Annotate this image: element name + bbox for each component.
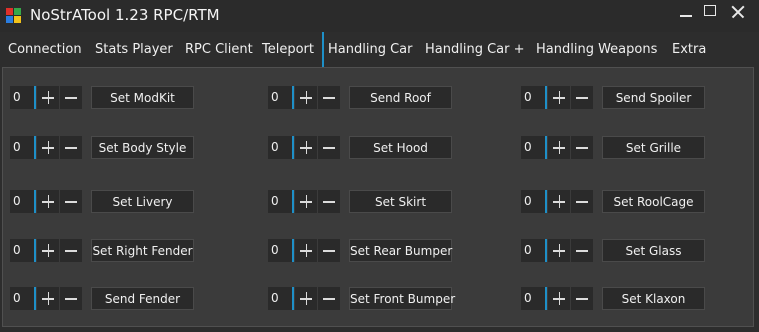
increment-button[interactable] [37, 239, 59, 262]
value-field[interactable]: 0 [268, 190, 294, 213]
value-field[interactable]: 0 [521, 86, 547, 109]
action-button[interactable]: Set Livery [91, 190, 194, 213]
increment-button[interactable] [37, 190, 59, 213]
decrement-button[interactable] [318, 239, 340, 262]
value-field[interactable]: 0 [268, 86, 294, 109]
tab-teleport[interactable]: Teleport [262, 32, 314, 67]
value-field[interactable]: 0 [10, 86, 36, 109]
decrement-button[interactable] [60, 136, 82, 159]
value-field[interactable]: 0 [521, 190, 547, 213]
decrement-button[interactable] [60, 86, 82, 109]
value-field[interactable]: 0 [10, 190, 36, 213]
decrement-button[interactable] [318, 287, 340, 310]
action-button[interactable]: Send Roof [349, 86, 452, 109]
value-field[interactable]: 0 [521, 239, 547, 262]
increment-button[interactable] [548, 239, 570, 262]
decrement-button[interactable] [60, 239, 82, 262]
decrement-button[interactable] [571, 136, 593, 159]
action-button[interactable]: Set Skirt [349, 190, 452, 213]
value-field[interactable]: 0 [10, 136, 36, 159]
tab-extra[interactable]: Extra [672, 32, 706, 67]
minimize-button[interactable] [674, 2, 698, 22]
action-button[interactable]: Set Hood [349, 136, 452, 159]
action-button[interactable]: Send Fender [91, 287, 194, 310]
value-field[interactable]: 0 [10, 239, 36, 262]
decrement-button[interactable] [60, 190, 82, 213]
action-button[interactable]: Set Grille [602, 136, 705, 159]
tab-rpc-client[interactable]: RPC Client [185, 32, 253, 67]
value-field[interactable]: 0 [10, 287, 36, 310]
decrement-button[interactable] [571, 239, 593, 262]
action-button[interactable]: Set Rear Bumper [349, 239, 452, 262]
action-button[interactable]: Set Klaxon [602, 287, 705, 310]
tab-handling-car-plus[interactable]: Handling Car + [425, 32, 525, 67]
increment-button[interactable] [295, 239, 317, 262]
decrement-button[interactable] [60, 287, 82, 310]
maximize-button[interactable] [699, 2, 723, 22]
value-field[interactable]: 0 [521, 136, 547, 159]
decrement-button[interactable] [571, 86, 593, 109]
decrement-button[interactable] [571, 190, 593, 213]
increment-button[interactable] [295, 287, 317, 310]
tab-bar: Connection Stats Player RPC Client Telep… [0, 32, 759, 67]
window-title: NoStrATool 1.23 RPC/RTM [30, 6, 220, 24]
app-icon [6, 8, 22, 24]
increment-button[interactable] [37, 287, 59, 310]
increment-button[interactable] [295, 190, 317, 213]
handling-car-panel: 0 Set ModKit 0 Send Roof 0 Send Spoiler 0 Set B… [2, 67, 754, 327]
action-button[interactable]: Set Right Fender [91, 239, 194, 262]
tab-handling-weapons[interactable]: Handling Weapons [536, 32, 657, 67]
action-button[interactable]: Send Spoiler [602, 86, 705, 109]
action-button[interactable]: Set Body Style [91, 136, 194, 159]
action-button[interactable]: Set Glass [602, 239, 705, 262]
value-field[interactable]: 0 [268, 136, 294, 159]
tab-connection[interactable]: Connection [8, 32, 82, 67]
increment-button[interactable] [295, 136, 317, 159]
increment-button[interactable] [37, 86, 59, 109]
action-button[interactable]: Set ModKit [91, 86, 194, 109]
increment-button[interactable] [548, 86, 570, 109]
decrement-button[interactable] [318, 190, 340, 213]
increment-button[interactable] [37, 136, 59, 159]
close-button[interactable] [726, 2, 750, 22]
tab-stats-player[interactable]: Stats Player [95, 32, 173, 67]
value-field[interactable]: 0 [521, 287, 547, 310]
title-bar: NoStrATool 1.23 RPC/RTM [0, 0, 759, 32]
tab-handling-car[interactable]: Handling Car [322, 32, 412, 67]
increment-button[interactable] [548, 287, 570, 310]
decrement-button[interactable] [318, 86, 340, 109]
increment-button[interactable] [548, 190, 570, 213]
increment-button[interactable] [295, 86, 317, 109]
decrement-button[interactable] [318, 136, 340, 159]
action-button[interactable]: Set Front Bumper [349, 287, 455, 310]
action-button[interactable]: Set RoolCage [602, 190, 705, 213]
increment-button[interactable] [548, 136, 570, 159]
value-field[interactable]: 0 [268, 239, 294, 262]
value-field[interactable]: 0 [268, 287, 294, 310]
decrement-button[interactable] [571, 287, 593, 310]
